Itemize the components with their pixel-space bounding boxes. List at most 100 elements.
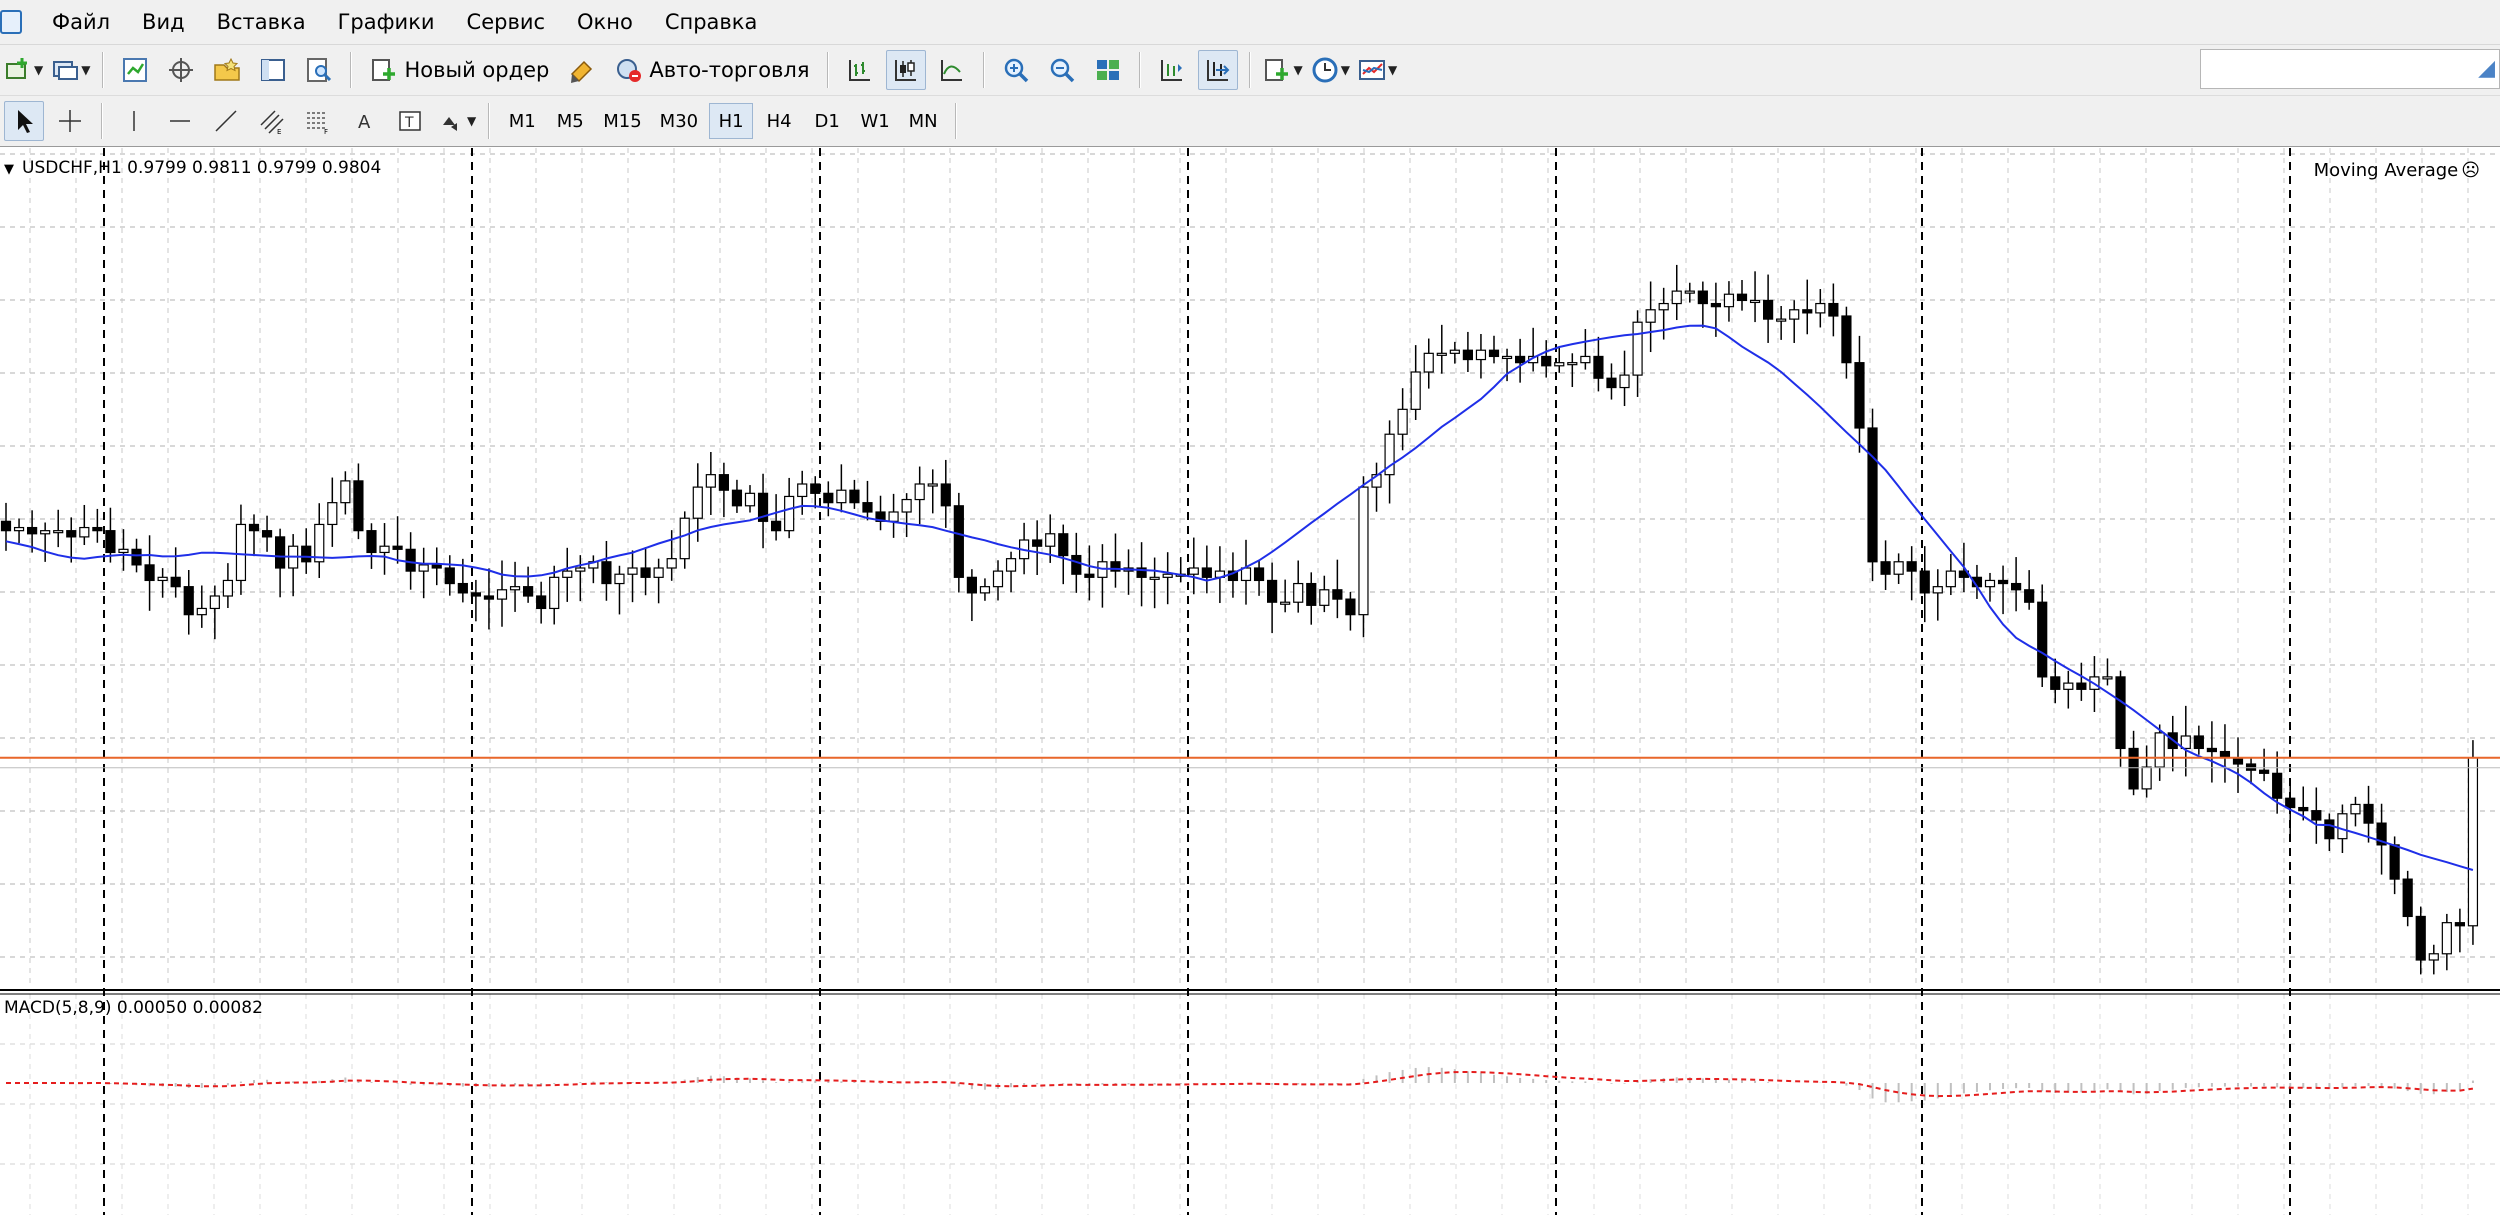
- candle-body: [457, 582, 468, 594]
- candle-body: [810, 483, 821, 494]
- svg-text:T: T: [404, 115, 414, 131]
- candle-body: [692, 486, 703, 519]
- new-order-button[interactable]: Новый ордер: [363, 50, 556, 90]
- timeframe-mn[interactable]: MN: [901, 103, 945, 139]
- data-window-button[interactable]: [161, 50, 201, 90]
- candle-body: [666, 558, 677, 569]
- timeframe-w1[interactable]: W1: [853, 103, 897, 139]
- candle-body: [953, 505, 964, 578]
- chevron-down-icon[interactable]: ▼: [81, 63, 90, 77]
- chevron-down-icon[interactable]: ▼: [34, 63, 43, 77]
- candle-body: [888, 511, 899, 522]
- timeframe-m1[interactable]: M1: [500, 103, 544, 139]
- menu-insert[interactable]: Вставка: [201, 10, 322, 34]
- chart-shift-button[interactable]: [1152, 50, 1192, 90]
- candle-body: [366, 530, 377, 554]
- fibonacci-button[interactable]: F: [298, 101, 338, 141]
- line-chart-button[interactable]: [932, 50, 972, 90]
- menu-help[interactable]: Справка: [649, 10, 774, 34]
- indicators-button[interactable]: ▼: [1262, 50, 1303, 90]
- candle-body: [940, 483, 951, 507]
- timeframe-h1[interactable]: H1: [709, 103, 754, 139]
- vertical-line-button[interactable]: [114, 101, 154, 141]
- horizontal-line-button[interactable]: [160, 101, 200, 141]
- tile-windows-button[interactable]: [1088, 50, 1128, 90]
- terminal-button[interactable]: [253, 50, 293, 90]
- candle-body: [2141, 766, 2152, 790]
- candle-body: [105, 530, 116, 554]
- candle-body: [1462, 349, 1473, 361]
- chevron-down-icon[interactable]: ▼: [1388, 63, 1397, 77]
- indicators-icon: [1265, 59, 1289, 81]
- price-chart[interactable]: [0, 148, 2500, 1215]
- triangle-down-icon[interactable]: ▼: [4, 162, 14, 177]
- autotrading-button[interactable]: Авто-торговля: [608, 50, 816, 90]
- profiles-button[interactable]: ▼: [50, 50, 91, 90]
- new-chart-button[interactable]: ▼: [3, 50, 44, 90]
- candle-body: [1332, 589, 1343, 600]
- candle-body: [1776, 318, 1787, 322]
- arrows-button[interactable]: ▼: [436, 101, 477, 141]
- text-tool-button[interactable]: A: [344, 101, 384, 141]
- new-order-label: Новый ордер: [404, 58, 550, 82]
- crosshair-tool-button[interactable]: [50, 101, 90, 141]
- candle-body: [2428, 953, 2439, 961]
- trendline-button[interactable]: [206, 101, 246, 141]
- candle-body: [1515, 355, 1526, 364]
- candle-body: [483, 595, 495, 600]
- toolbar-separator: [488, 103, 491, 139]
- metaeditor-button[interactable]: [562, 50, 602, 90]
- tester-button[interactable]: [299, 50, 339, 90]
- autoscroll-button[interactable]: [1198, 50, 1239, 90]
- templates-button[interactable]: ▼: [1357, 50, 1398, 90]
- candlestick-chart-button[interactable]: [886, 50, 927, 90]
- timeframe-d1[interactable]: D1: [805, 103, 849, 139]
- candle-body: [549, 576, 560, 610]
- menu-bar: Файл Вид Вставка Графики Сервис Окно Спр…: [0, 0, 2500, 45]
- navigator-button[interactable]: [207, 50, 247, 90]
- autotrading-label: Авто-торговля: [649, 58, 810, 82]
- zoom-out-button[interactable]: [1042, 50, 1082, 90]
- candle-body: [170, 576, 181, 588]
- candle-body: [1436, 352, 1447, 356]
- candle-body: [1541, 355, 1552, 367]
- menu-view[interactable]: Вид: [126, 10, 201, 34]
- timeframe-m15[interactable]: M15: [596, 103, 648, 139]
- toolbar-separator: [1249, 52, 1252, 88]
- candle-body: [901, 498, 912, 513]
- bar-chart-button[interactable]: [840, 50, 880, 90]
- chart-window[interactable]: ▼ USDCHF,H1 0.9799 0.9811 0.9799 0.9804 M…: [0, 148, 2500, 1215]
- chevron-down-icon[interactable]: ▼: [467, 114, 476, 128]
- timeframe-h4[interactable]: H4: [757, 103, 801, 139]
- timeframe-m30[interactable]: M30: [653, 103, 705, 139]
- macd-signal-line: [6, 1070, 2474, 1098]
- text-label-button[interactable]: T: [390, 101, 430, 141]
- chevron-down-icon[interactable]: ▼: [1293, 63, 1302, 77]
- menu-tools[interactable]: Сервис: [451, 10, 561, 34]
- chevron-down-icon[interactable]: ▼: [1341, 63, 1350, 77]
- candle-body: [1749, 299, 1761, 304]
- periods-button[interactable]: ▼: [1310, 50, 1351, 90]
- candle-body: [1880, 561, 1891, 575]
- search-box[interactable]: ◢: [2200, 49, 2500, 89]
- candle-body: [1567, 362, 1578, 366]
- equidistant-channel-button[interactable]: E: [252, 101, 292, 141]
- toolbar-separator: [102, 52, 105, 88]
- tile-windows-icon: [1097, 60, 1120, 80]
- candle-body: [523, 586, 534, 597]
- search-icon[interactable]: ◢: [2478, 56, 2495, 81]
- search-input[interactable]: [2201, 50, 2500, 88]
- candle-body: [1071, 554, 1082, 575]
- candle-body: [562, 570, 573, 578]
- menu-file[interactable]: Файл: [36, 10, 126, 34]
- app-icon[interactable]: [0, 10, 22, 34]
- menu-charts[interactable]: Графики: [322, 10, 451, 34]
- candle-body: [248, 523, 260, 532]
- cursor-tool-button[interactable]: [4, 101, 44, 141]
- zoom-in-button[interactable]: [996, 50, 1036, 90]
- market-watch-button[interactable]: [115, 50, 155, 90]
- timeframe-m5[interactable]: M5: [548, 103, 592, 139]
- menu-window[interactable]: Окно: [561, 10, 649, 34]
- indicator-label[interactable]: Moving Average ☹: [2314, 160, 2480, 181]
- candle-body: [301, 545, 312, 563]
